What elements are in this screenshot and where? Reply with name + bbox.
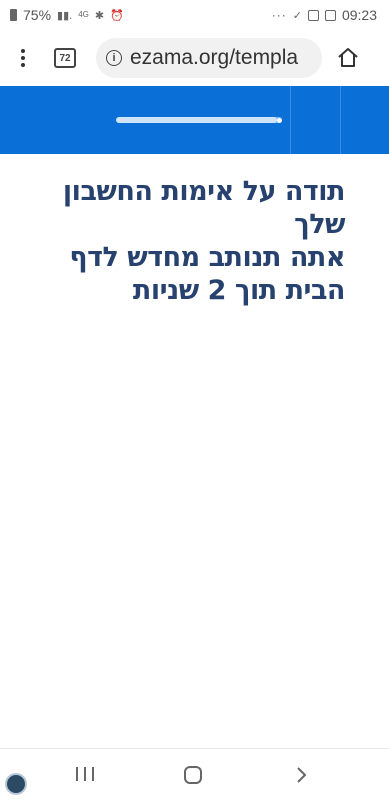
header-divider	[340, 86, 341, 154]
battery-percent: 75%	[23, 7, 52, 23]
tab-switcher-button[interactable]: 72	[54, 48, 76, 68]
status-left: 75% ▮▮. 4G ✱ ⏰	[10, 7, 124, 23]
battery-icon	[10, 9, 17, 21]
alarm-icon: ⏰	[110, 9, 124, 22]
document-icon	[307, 9, 319, 21]
message-line: שלך	[294, 209, 345, 240]
check-circle-icon: ✓	[292, 9, 302, 22]
menu-icon[interactable]	[14, 46, 32, 70]
redirect-progress-bar	[116, 117, 282, 123]
image-icon	[324, 9, 336, 21]
home-button[interactable]	[184, 766, 202, 784]
status-right: ··· ✓ 09:23	[272, 7, 377, 23]
message-line: הבית תוך 2 שניות	[132, 275, 346, 306]
tab-count: 72	[59, 52, 71, 64]
signal-icon: ▮▮.	[57, 9, 73, 22]
header-divider	[290, 86, 291, 154]
progress-fill	[116, 117, 278, 123]
app-badge-icon[interactable]	[5, 773, 27, 795]
address-bar[interactable]: i ezama.org/templa	[96, 38, 322, 78]
more-notifications-icon: ···	[271, 8, 287, 22]
message-line: תודה על אימות החשבון	[62, 176, 346, 207]
network-type: 4G	[78, 10, 89, 19]
back-button[interactable]	[294, 765, 308, 785]
system-navigation-bar	[0, 748, 389, 800]
progress-indicator-dot	[277, 118, 282, 123]
status-bar: 75% ▮▮. 4G ✱ ⏰ ··· ✓ 09:23	[0, 0, 389, 30]
browser-toolbar: 72 i ezama.org/templa	[0, 30, 389, 86]
info-icon[interactable]: i	[106, 50, 122, 66]
url-text[interactable]: ezama.org/templa	[130, 46, 298, 70]
bluetooth-icon: ✱	[94, 9, 105, 22]
recent-apps-button[interactable]	[76, 767, 94, 783]
message-line: אתה תנותב מחדש לדף	[69, 242, 345, 273]
home-icon[interactable]	[336, 46, 360, 70]
verification-message: תודה על אימות החשבון שלך אתה תנותב מחדש …	[30, 175, 346, 307]
clock: 09:23	[341, 7, 377, 23]
